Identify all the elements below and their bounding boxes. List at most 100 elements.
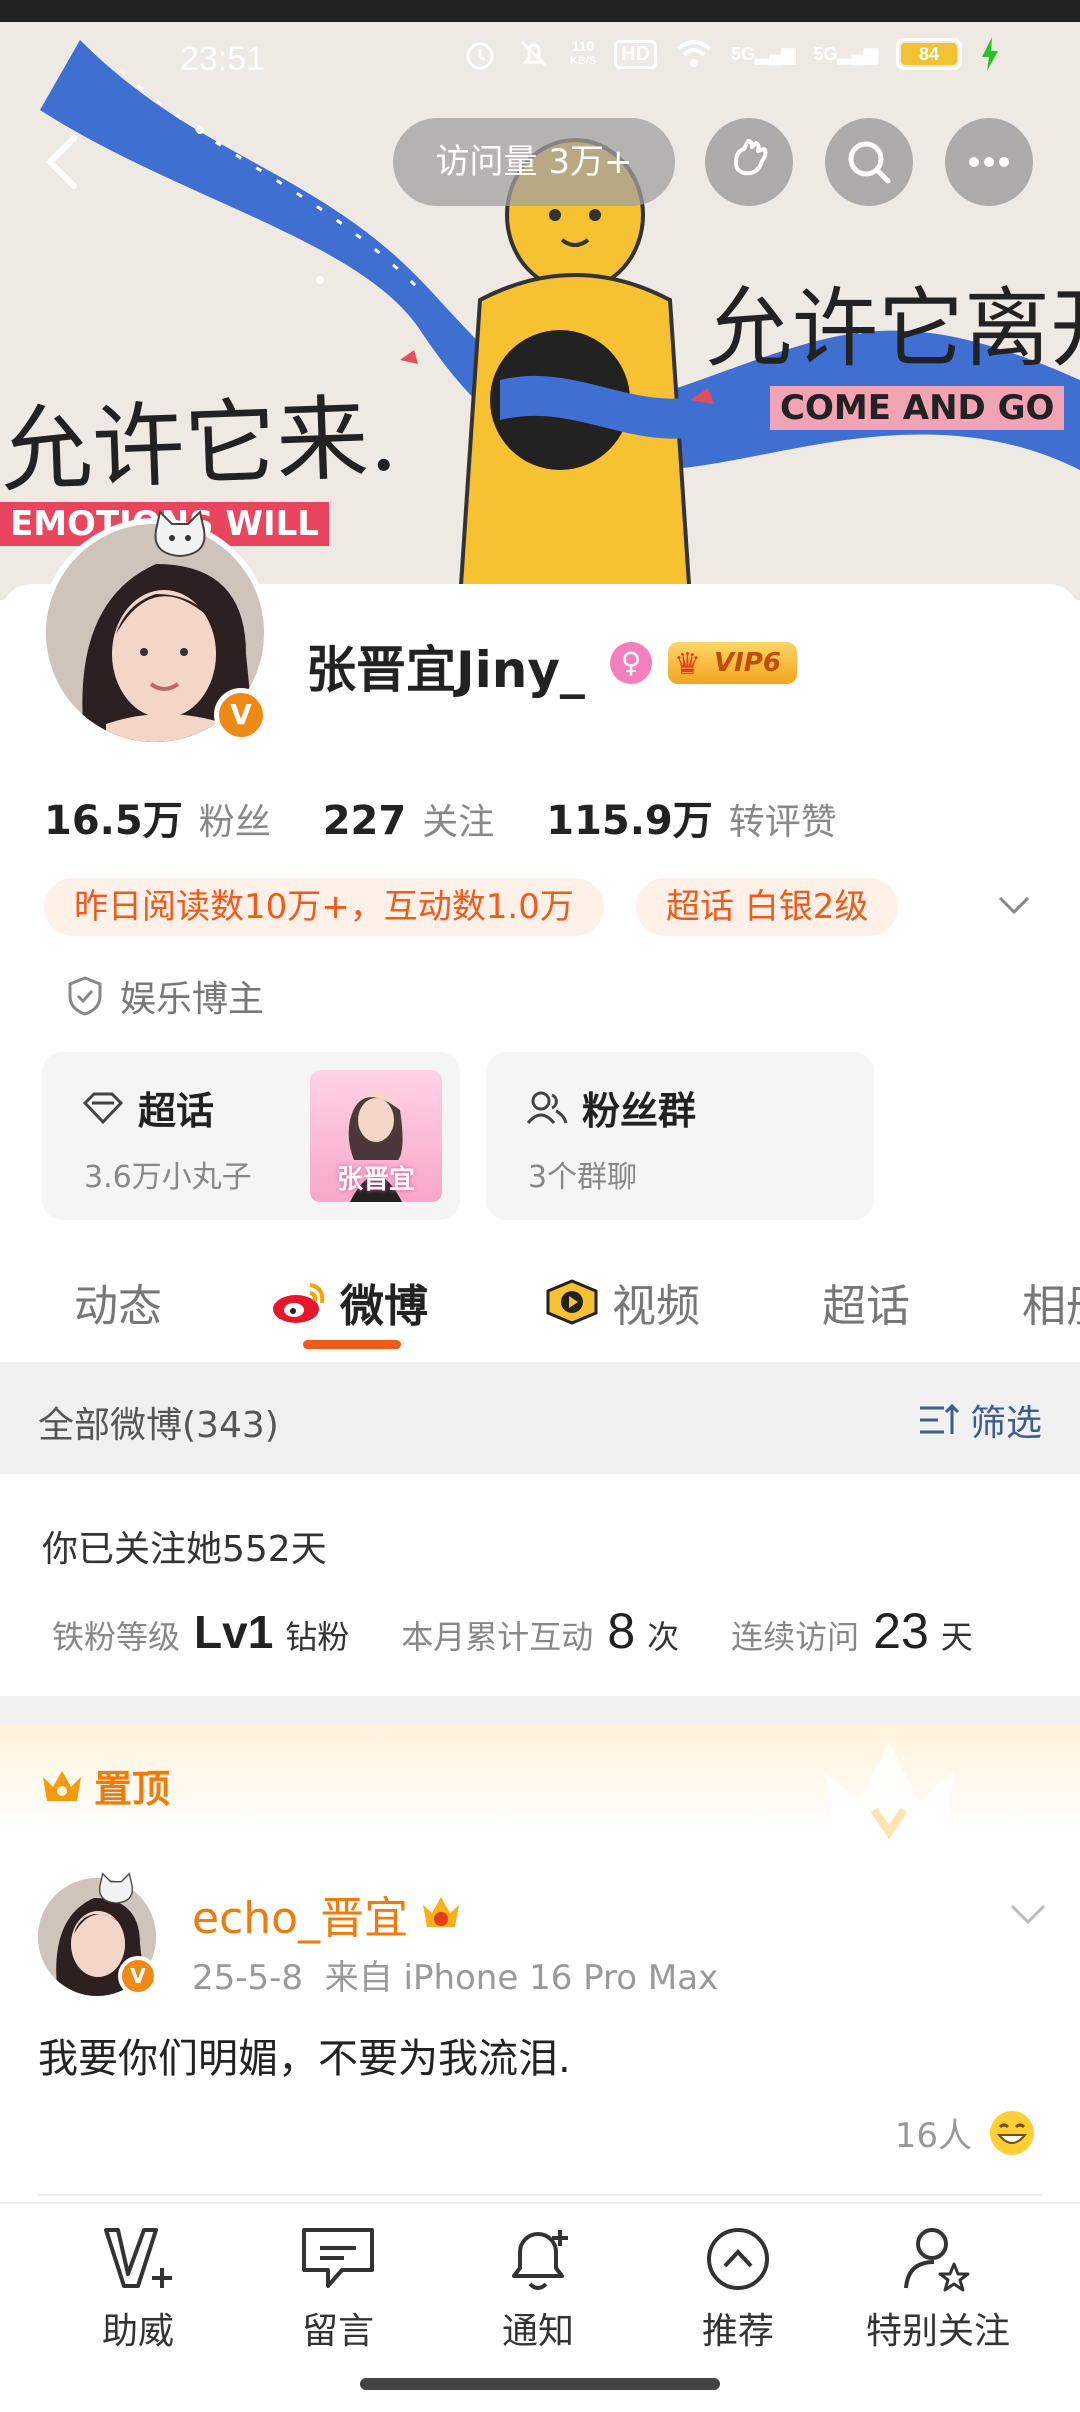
bell-icon [512,2230,568,2290]
recommend-action[interactable]: 推荐 [638,2224,838,2354]
alarm-icon [466,42,494,70]
fan-level-suffix: 钻粉 [285,1618,350,1656]
profile-stats: 16.5万 粉丝 227 关注 115.9万 转评赞 [44,788,889,846]
section-separator [0,1696,1080,1724]
special-follow-action[interactable]: 特别关注 [838,2224,1038,2354]
author-vip-icon [423,1897,460,1927]
search-button[interactable] [825,118,913,206]
pinned-label: 置顶 [40,1758,170,1813]
post-text: 我要你们明媚，不要为我流泪. [38,2036,571,2082]
banner-text-right-sub: COME AND GO [770,386,1065,430]
tab-weibo[interactable]: 微博 [270,1270,428,1334]
post-meta: 25-5-8 来自 iPhone 16 Pro Max [192,1950,718,1999]
tab-chaohua[interactable]: 超话 [822,1270,910,1334]
followers-count[interactable]: 16.5万 [44,788,183,846]
tab-album[interactable]: 相册 [1022,1270,1080,1334]
chaohua-thumb-text: 张晋宜 [336,1165,415,1195]
post-author[interactable]: echo_晋宜 [192,1882,462,1946]
battery-icon: 84 [896,38,962,70]
wifi-icon [676,40,712,67]
more-button[interactable] [945,118,1033,206]
post-cat-sticker-icon [99,1872,133,1904]
fan-level-label: 铁粉等级 [52,1618,181,1656]
visit-value: 23 [873,1603,929,1659]
profile-avatar[interactable]: V [40,510,270,748]
message-icon [302,2228,374,2288]
back-arrow-icon [45,135,77,189]
chaohua-level-tag[interactable]: 超话 白银2级 [636,878,899,936]
reaction-count: 16人 [894,2116,972,2156]
banner-text-right: 允许它离开 [706,279,1080,379]
tab-dynamics[interactable]: 动态 [74,1270,162,1334]
cat-sticker-icon [154,510,206,558]
pinned-bar: 置顶 [0,1724,1080,1842]
network-speed: 110 KB/S [569,38,597,68]
shield-check-icon [68,976,102,1016]
visits-badge[interactable]: 访问量 3万+ [393,118,675,206]
expand-chevron-icon[interactable] [994,890,1034,920]
status-bar: 23:51 110 KB/S HD 5G▂▄▆ 5G▂▄▆ 84 [0,22,1080,102]
active-tab-indicator [303,1340,401,1349]
status-icons: 110 KB/S HD 5G▂▄▆ 5G▂▄▆ 84 [462,36,1000,72]
interact-unit: 次 [647,1618,680,1656]
profile-tabs: 动态 微博 视频 超话 相册 [0,1250,1080,1362]
interact-label: 本月累计互动 [401,1618,594,1656]
weibo-logo-icon [273,1283,325,1323]
group-icon [526,1091,568,1124]
filter-button[interactable]: 筛选 [918,1394,1042,1446]
post-divider [38,2194,1042,2196]
tab-video[interactable]: 视频 [544,1270,700,1334]
crown-icon: ♛ [674,647,701,682]
cheer-button[interactable] [705,118,793,206]
interact-value: 8 [607,1603,636,1659]
following-count[interactable]: 227 [323,798,407,844]
charging-icon [982,37,998,71]
post-verified-badge: V [118,1956,158,1996]
post-reactions[interactable]: 16人 [895,2108,1036,2157]
post-source: 来自 iPhone 16 Pro Max [324,1958,719,1998]
notify-action[interactable]: 通知 [438,2224,638,2354]
pinned-crown-icon [43,1770,81,1801]
interactions-count: 115.9万 [546,798,713,844]
post-date: 25-5-8 [192,1958,304,1998]
follow-days: 你已关注她552天 [42,1529,327,1570]
hd-icon: HD [614,39,658,69]
fan-group-title: 粉丝群 [526,1080,696,1135]
reading-stats-tag[interactable]: 昨日阅读数10万+，互动数1.0万 [44,878,604,936]
followers-label[interactable]: 粉丝 [199,793,271,845]
fan-group-card[interactable]: 粉丝群 3个群聊 [486,1052,874,1220]
back-button[interactable] [30,120,90,200]
v-plus-icon [104,2228,172,2288]
cheer-action[interactable]: 助威 [38,2224,238,2354]
follow-info: 你已关注她552天 铁粉等级 Lv1 钻粉 本月累计互动 8 次 连续访问 23… [0,1474,1080,1696]
message-action[interactable]: 留言 [238,2224,438,2354]
fist-icon [734,139,768,176]
signal-5g-2: 5G▂▄▆ [813,43,878,64]
verified-badge: V [214,688,268,742]
post-avatar[interactable]: V [38,1872,158,1996]
chaohua-thumbnail: 张晋宜 [310,1070,442,1202]
all-posts-label[interactable]: 全部微博(343) [38,1396,279,1448]
pinned-decor-crown-icon [824,1742,954,1842]
laugh-emoji-icon [990,2110,1034,2155]
up-arrow-circle-icon [707,2228,769,2290]
banner-text-left: 允许它来. [0,384,400,505]
visit-unit: 天 [940,1618,973,1656]
category-row: 娱乐博主 [66,970,264,1022]
user-star-icon [904,2228,970,2292]
home-indicator[interactable] [360,2378,720,2390]
chaohua-title: 超话 [82,1080,214,1135]
chaohua-subtitle: 3.6万小丸子 [84,1160,252,1195]
diamond-icon [82,1092,124,1124]
interactions-label: 转评赞 [728,802,837,843]
filter-icon [919,1403,960,1434]
vip-badge[interactable]: ♛ VIP6 [668,642,797,684]
category-label: 娱乐博主 [120,979,265,1020]
following-label[interactable]: 关注 [422,793,494,845]
video-icon [546,1279,598,1325]
post-menu-chevron-icon[interactable] [1006,1898,1050,1928]
status-time: 23:51 [180,40,266,78]
chaohua-card[interactable]: 超话 3.6万小丸子 张晋宜 [42,1052,460,1220]
search-icon [848,141,891,184]
fan-group-subtitle: 3个群聊 [528,1160,638,1195]
